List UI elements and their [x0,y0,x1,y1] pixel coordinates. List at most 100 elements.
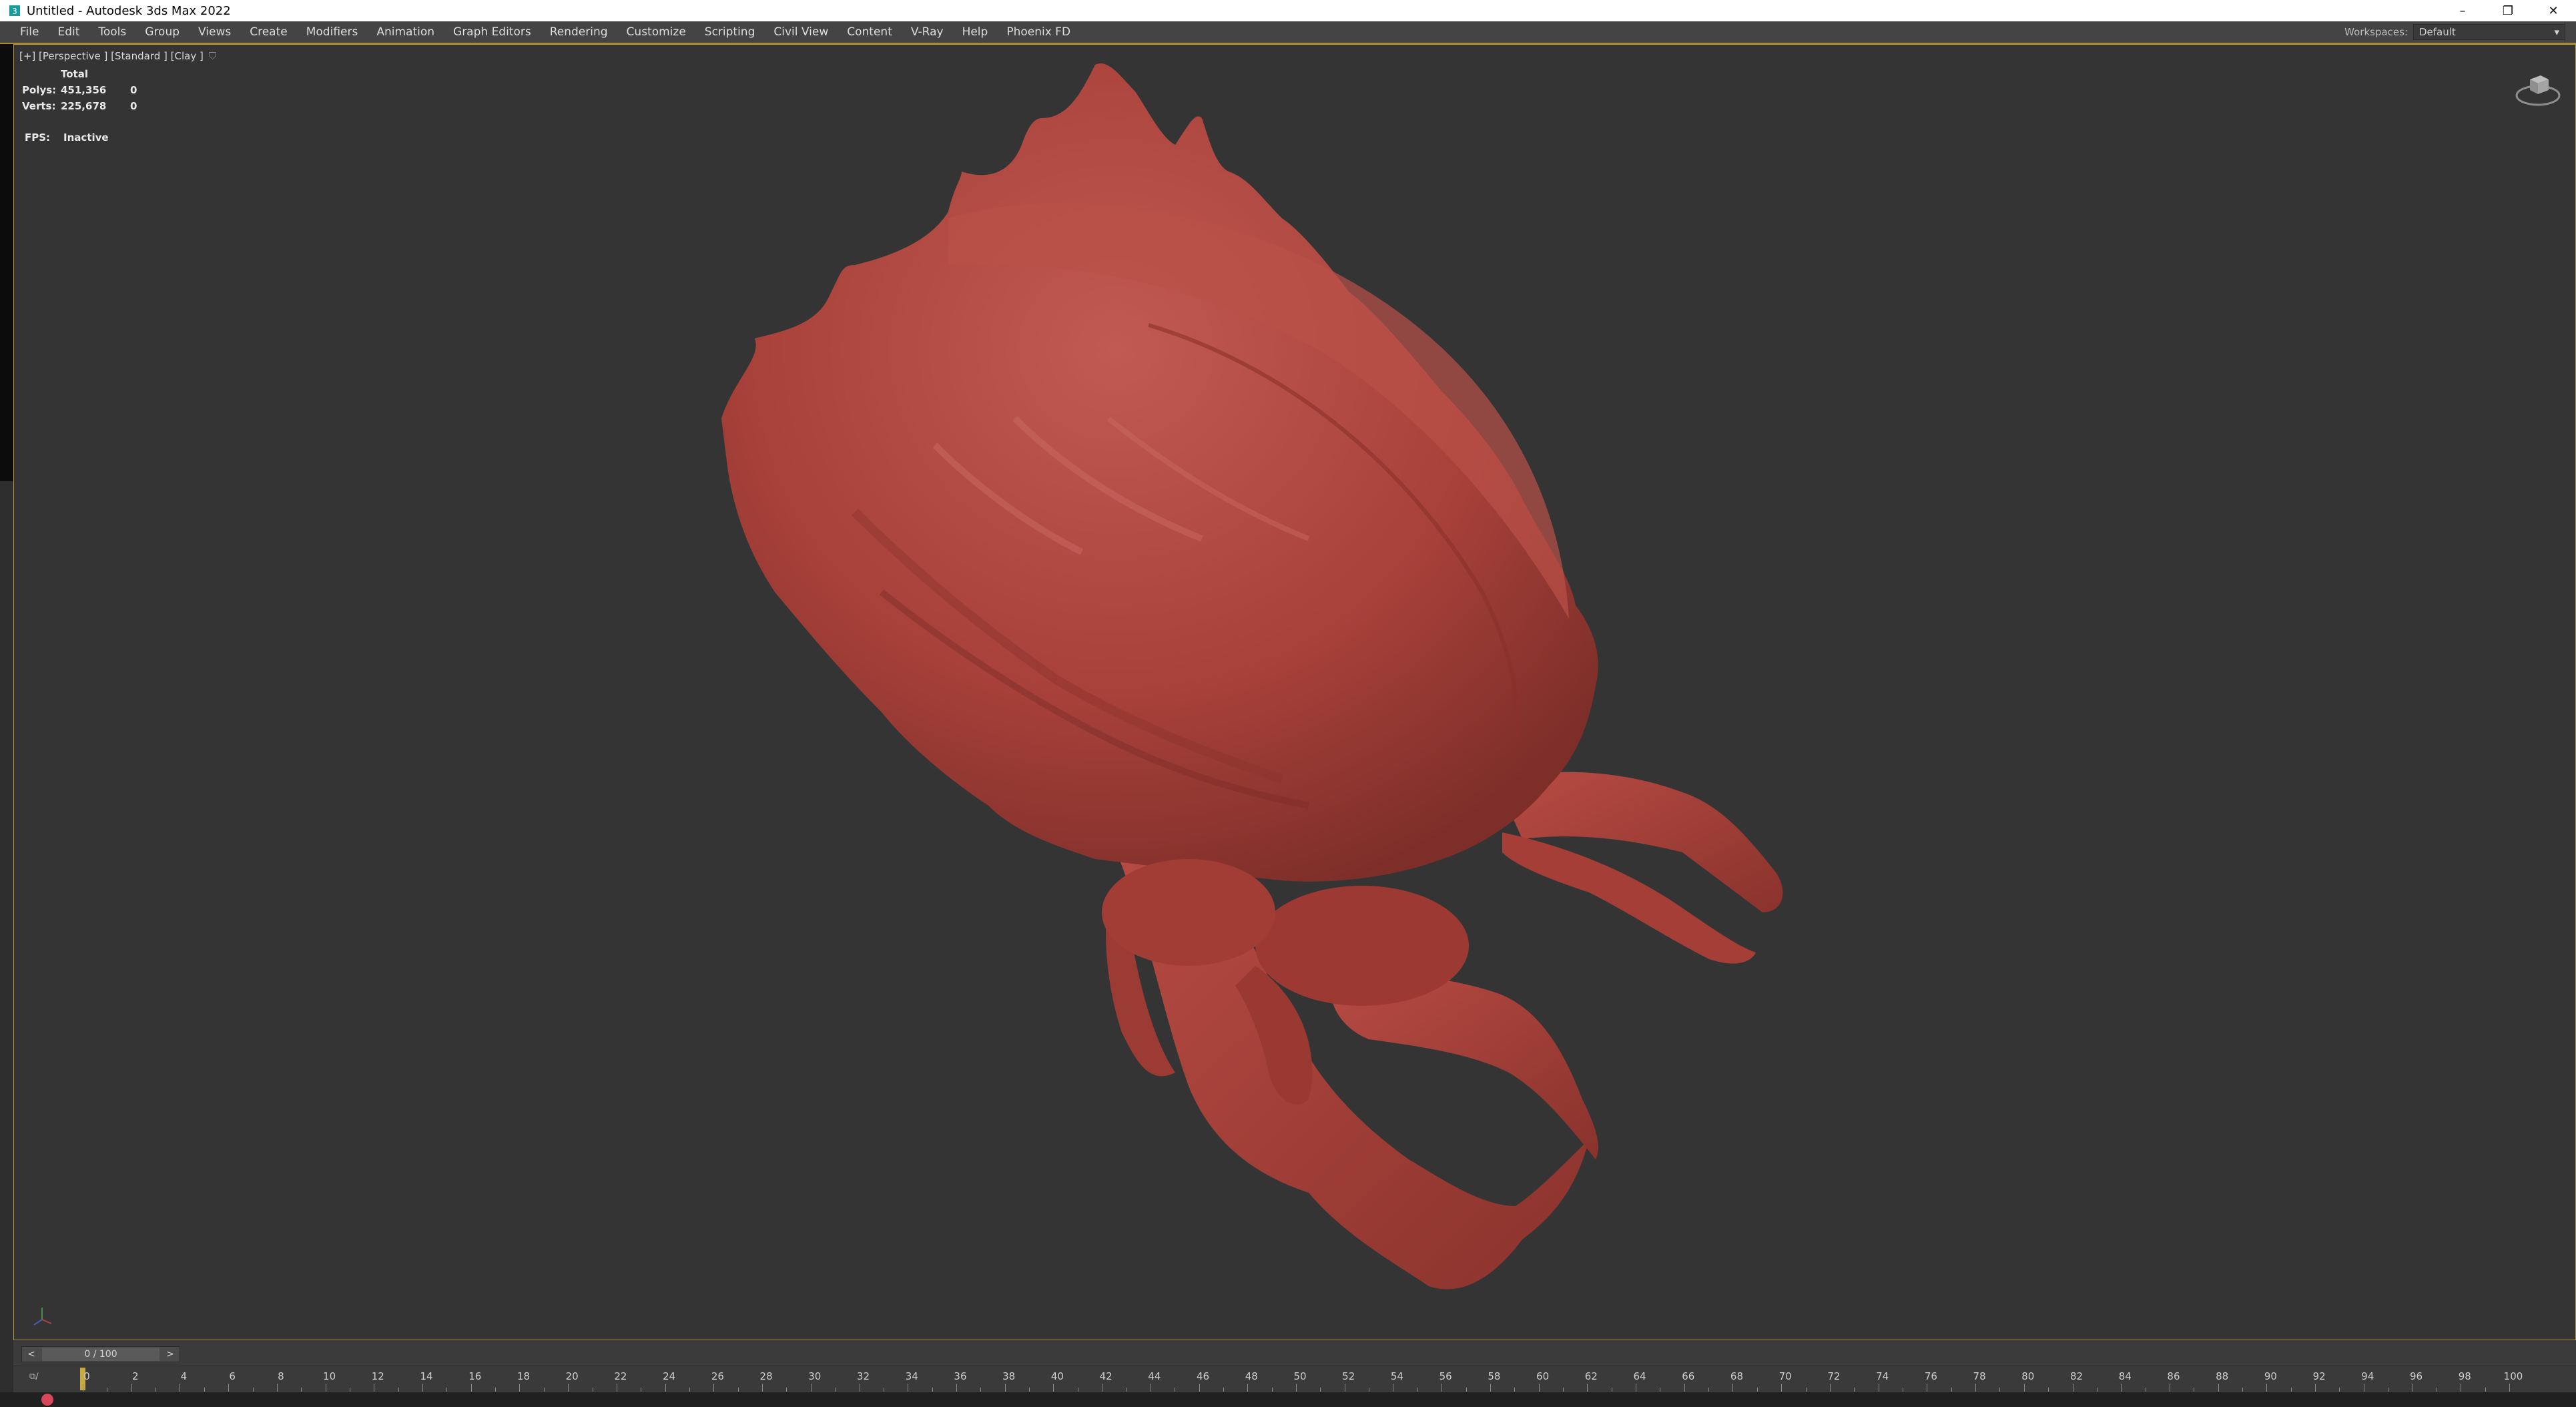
viewport-label[interactable]: [+] [Perspective ] [Standard ] [Clay ] ⛉ [19,50,216,62]
time-slider[interactable]: < 0 / 100 > [21,1346,180,1362]
ruler-tick [1999,1388,2001,1392]
ruler-tick-label: 56 [1439,1370,1452,1382]
viewport-label-text[interactable]: [+] [Perspective ] [Standard ] [Clay ] [19,50,204,62]
ruler-tick-label: 22 [614,1370,627,1382]
verts-label: Verts: [22,100,56,112]
ruler-tick-label: 92 [2312,1370,2326,1382]
ruler-tick-label: 0 [83,1370,90,1382]
ruler-tick-label: 62 [1584,1370,1598,1382]
menu-group[interactable]: Group [135,25,189,39]
ruler-tick [1223,1388,1224,1392]
menu-graph-editors[interactable]: Graph Editors [444,25,541,39]
ruler-tick [2023,1384,2025,1392]
ruler-tick-label: 18 [517,1370,531,1382]
ruler-tick-label: 34 [905,1370,918,1382]
menu-file[interactable]: File [0,25,48,39]
ruler-tick-label: 2 [131,1370,139,1382]
ruler-tick [1296,1384,1297,1392]
ruler-tick [1320,1388,1321,1392]
taskbar-app-icon[interactable] [41,1394,53,1406]
menu-rendering[interactable]: Rendering [541,25,617,39]
title-bar: 3 Untitled - Autodesk 3ds Max 2022 – ❐ ✕ [0,0,2576,21]
ruler-tick-label: 48 [1245,1370,1258,1382]
ruler-tick-label: 14 [420,1370,433,1382]
left-panel-strip-lower [0,481,13,1407]
stats-total-header: Total [61,68,88,80]
ruler-tick [786,1388,787,1392]
ruler-tick [1708,1388,1710,1392]
ruler-tick [1538,1384,1540,1392]
ruler-tick [762,1384,763,1392]
menu-phoenix-fd[interactable]: Phoenix FD [997,25,1080,39]
perspective-viewport[interactable]: [+] [Perspective ] [Standard ] [Clay ] ⛉ … [13,44,2576,1340]
ruler-tick [1684,1384,1685,1392]
track-bar[interactable]: ⧉∕ 0 2 4 6 8 10 12 14 16 18 20 22 24 26 28 30 32 34 36 38 40… [13,1366,2576,1393]
restore-button[interactable]: ❐ [2485,0,2531,21]
viewport-statistics: Total Polys: 451,356 0 Verts: 225,678 0 [22,66,137,114]
ruler-tick-label: 32 [856,1370,870,1382]
curve-editor-toggle-icon[interactable]: ⧉∕ [29,1372,39,1382]
ruler-tick-label: 76 [1924,1370,1937,1382]
ruler-tick [810,1384,812,1392]
close-button[interactable]: ✕ [2531,0,2576,21]
ruler-tick [1514,1388,1516,1392]
time-slider-prev[interactable]: < [22,1349,41,1360]
clay-creature-model [721,63,1783,1290]
ruler-tick [665,1384,666,1392]
ruler-tick [1854,1388,1855,1392]
time-slider-bar: < 0 / 100 > [13,1342,2576,1366]
ruler-tick [1781,1384,1783,1392]
filter-icon[interactable]: ⛉ [209,50,216,62]
menu-vray[interactable]: V-Ray [902,25,953,39]
menu-customize[interactable]: Customize [617,25,695,39]
ruler-tick [932,1388,933,1392]
menu-modifiers[interactable]: Modifiers [297,25,368,39]
fps-value: Inactive [63,131,109,144]
menu-tools[interactable]: Tools [89,25,135,39]
menu-help[interactable]: Help [953,25,998,39]
ruler-tick-label: 8 [278,1370,284,1382]
ruler-tick [2509,1384,2510,1392]
time-slider-value[interactable]: 0 / 100 [42,1348,159,1361]
ruler-tick [1029,1388,1030,1392]
ruler-tick [2096,1388,2098,1392]
ruler-tick-label: 96 [2410,1370,2423,1382]
ruler-tick [1732,1384,1734,1392]
ruler-tick-label: 86 [2167,1370,2180,1382]
ruler-tick-label: 40 [1050,1370,1064,1382]
chevron-down-icon: ▾ [2554,26,2559,38]
ruler-tick-label: 94 [2361,1370,2374,1382]
ruler-tick [568,1384,569,1392]
ruler-tick [2242,1388,2244,1392]
ruler-tick [2121,1384,2122,1392]
menu-create[interactable]: Create [240,25,297,39]
ruler-tick-label: 42 [1099,1370,1112,1382]
minimize-button[interactable]: – [2440,0,2485,21]
taskbar [0,1392,2576,1407]
workspaces-dropdown[interactable]: Default ▾ [2413,24,2565,40]
ruler-tick [276,1384,278,1392]
menu-scripting[interactable]: Scripting [695,25,765,39]
creature-shell [721,63,1598,1006]
menu-content[interactable]: Content [838,25,902,39]
ruler-tick [1756,1388,1758,1392]
ruler-tick [1562,1388,1564,1392]
ruler-tick [1004,1384,1006,1392]
ruler-tick [398,1388,399,1392]
menu-animation[interactable]: Animation [367,25,444,39]
time-slider-next[interactable]: > [161,1349,180,1360]
polys-selected: 0 [130,84,137,96]
ruler-tick-label: 30 [808,1370,822,1382]
fps-label: FPS: [25,131,51,144]
verts-total: 225,678 [61,100,107,112]
menu-edit[interactable]: Edit [48,25,89,39]
workspaces: Workspaces: Default ▾ [2344,21,2565,43]
menu-civil-view[interactable]: Civil View [764,25,838,39]
ruler-tick-label: 12 [371,1370,384,1382]
viewcube-icon[interactable] [2514,65,2562,113]
menu-views[interactable]: Views [189,25,240,39]
ruler-tick-label: 58 [1488,1370,1501,1382]
ruler-tick [2266,1384,2268,1392]
axis-tripod-icon [33,1308,52,1326]
ruler-tick-label: 78 [1973,1370,1986,1382]
